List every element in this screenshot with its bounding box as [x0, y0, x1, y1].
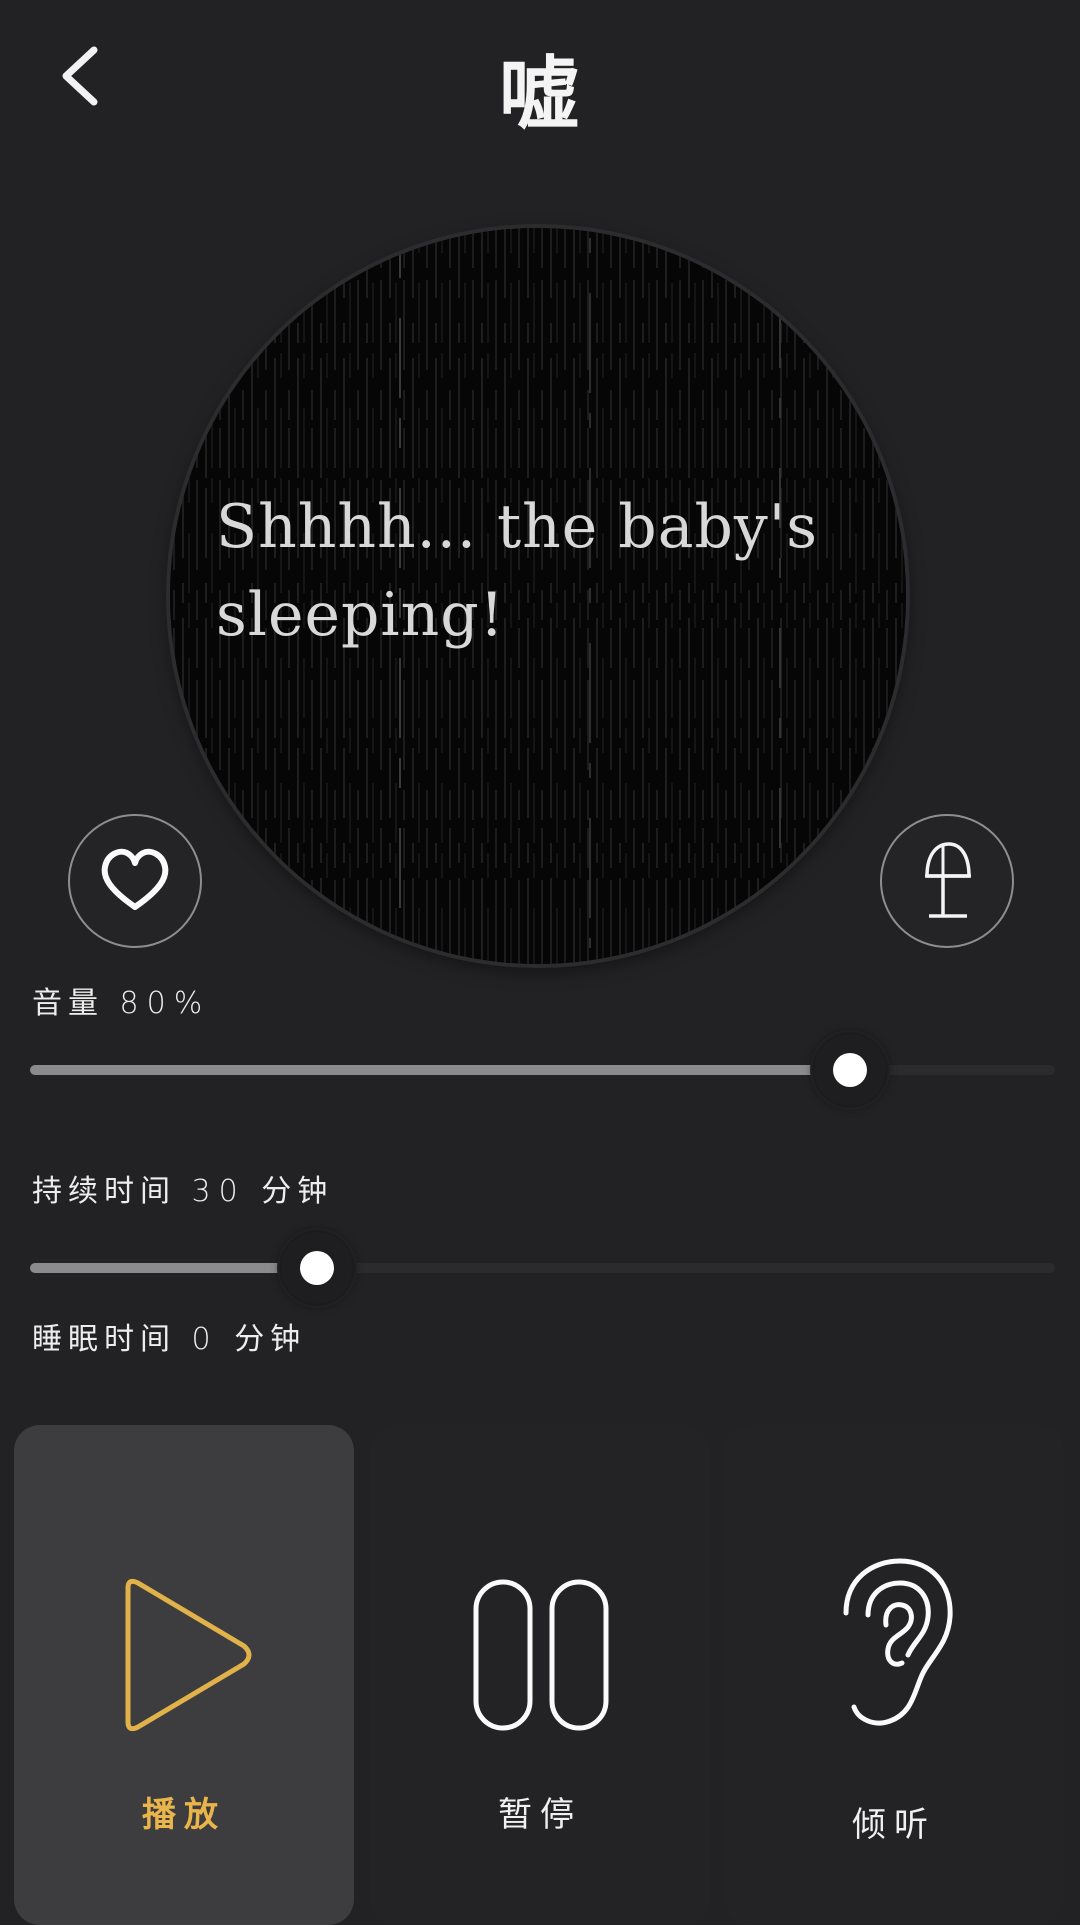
- cover-caption-line2: sleeping!: [216, 580, 505, 650]
- duration-slider-fill: [30, 1263, 317, 1273]
- listen-button[interactable]: 倾听: [724, 1425, 1064, 1925]
- lamp-button[interactable]: [880, 814, 1014, 948]
- volume-slider-thumb[interactable]: [814, 1034, 886, 1106]
- duration-value: 30: [191, 1174, 246, 1209]
- play-label: 播放: [142, 1795, 226, 1835]
- duration-label-text: 持续时间: [32, 1174, 176, 1209]
- heart-icon: [101, 848, 169, 910]
- listen-label: 倾听: [852, 1805, 936, 1845]
- volume-label: 音量 80%: [32, 978, 210, 1022]
- sleep-time-label: 睡眠时间 0 分钟: [32, 1314, 306, 1358]
- volume-slider-fill: [30, 1065, 850, 1075]
- cover-caption-line1: Shhhh... the baby's: [216, 492, 819, 562]
- duration-label: 持续时间 30 分钟: [32, 1166, 333, 1210]
- volume-label-text: 音量: [32, 986, 104, 1021]
- cover-caption: Shhhh... the baby's sleeping!: [216, 483, 876, 659]
- duration-slider[interactable]: [30, 1263, 1055, 1273]
- volume-value: 80%: [119, 986, 211, 1021]
- duration-slider-thumb[interactable]: [281, 1232, 353, 1304]
- play-button[interactable]: 播放: [14, 1425, 354, 1925]
- duration-unit: 分钟: [261, 1174, 334, 1209]
- ear-icon: [843, 1558, 953, 1726]
- pause-label: 暂停: [498, 1795, 582, 1835]
- page-title: 嘘: [499, 48, 581, 141]
- pause-button[interactable]: 暂停: [370, 1425, 710, 1925]
- album-cover: Shhhh... the baby's sleeping!: [170, 228, 906, 964]
- lamp-icon: [925, 842, 971, 918]
- sleep-time-unit: 分钟: [234, 1322, 307, 1357]
- volume-slider[interactable]: [30, 1065, 1055, 1075]
- favorite-button[interactable]: [68, 814, 202, 948]
- play-icon: [125, 1578, 252, 1732]
- sleep-time-value: 0: [191, 1322, 219, 1357]
- sleep-time-label-text: 睡眠时间: [32, 1322, 176, 1357]
- pause-icon: [473, 1579, 609, 1731]
